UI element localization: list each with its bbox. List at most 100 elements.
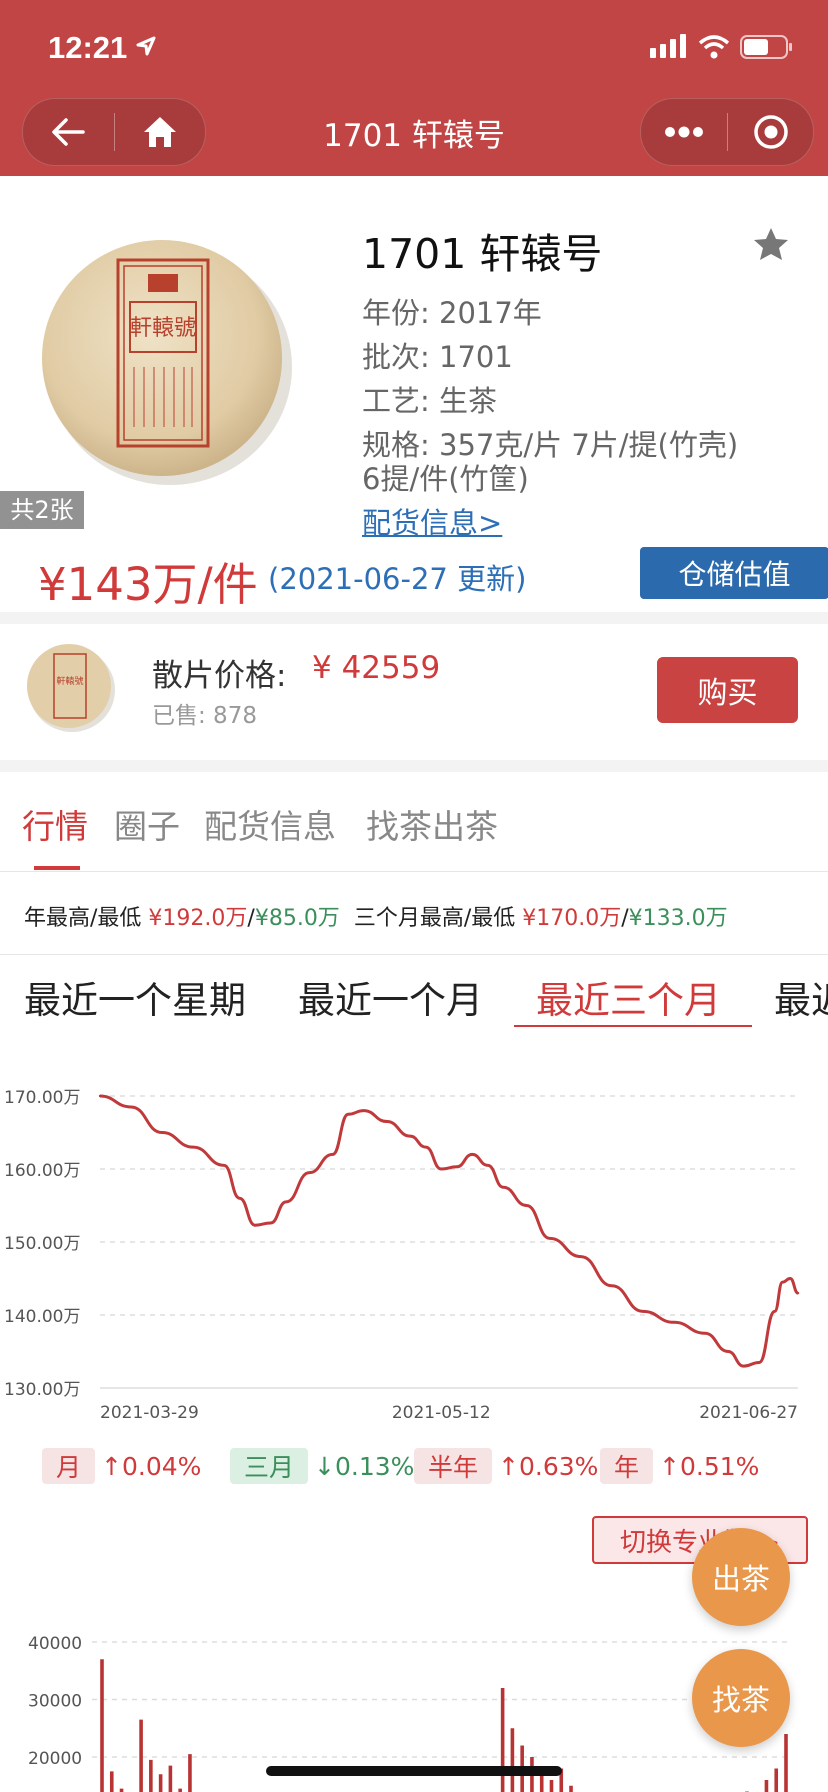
product-year: 年份: 2017年: [362, 296, 542, 330]
sold-count: 已售: 878: [152, 703, 257, 729]
target-circle-icon: [753, 115, 788, 149]
tab-distribution[interactable]: 配货信息: [204, 800, 336, 848]
status-time: 12:21: [48, 30, 128, 65]
y-tick-label: 140.00万: [4, 1307, 80, 1327]
volume-bar: [188, 1754, 192, 1792]
y-tick-label: 40000: [28, 1634, 82, 1654]
data-point: [331, 1153, 334, 1156]
y-tick-label: 20000: [28, 1749, 82, 1769]
more-dots-icon: [665, 126, 703, 138]
range-month[interactable]: 最近一个月: [298, 970, 483, 1024]
x-tick-label: 2021-03-29: [100, 1403, 199, 1423]
data-point: [284, 1200, 288, 1204]
favorite-star-icon[interactable]: [752, 226, 790, 262]
volume-bar: [109, 1771, 114, 1792]
y-tick-label: 170.00万: [4, 1088, 80, 1108]
change-month: 月 ↑0.04%: [42, 1448, 201, 1484]
sell-tea-fab[interactable]: 出茶: [692, 1528, 790, 1626]
volume-bar: [139, 1719, 143, 1792]
tab-find-sell[interactable]: 找茶出茶: [366, 800, 498, 848]
range-three-months[interactable]: 最近三个月: [536, 970, 721, 1024]
data-point: [191, 1145, 195, 1149]
x-tick-label: 2021-05-12: [392, 1403, 491, 1423]
change-label: 月: [42, 1448, 96, 1484]
volume-bar: [500, 1688, 505, 1792]
data-point: [238, 1197, 241, 1200]
volume-bar: [774, 1768, 779, 1792]
data-point: [98, 1094, 102, 1098]
data-point: [641, 1310, 645, 1313]
image-count-badge: 共2张: [0, 491, 84, 529]
more-button[interactable]: [641, 99, 727, 165]
data-point: [253, 1224, 257, 1227]
wifi-icon: [698, 35, 730, 59]
svg-text:軒轅號: 軒轅號: [130, 316, 196, 341]
data-point: [308, 1171, 311, 1174]
tea-cake-image[interactable]: 軒轅號: [30, 222, 300, 492]
data-point: [424, 1145, 427, 1149]
data-point: [525, 1204, 528, 1207]
change-year: 年 ↑0.51%: [600, 1448, 759, 1484]
range-more[interactable]: 最近: [774, 970, 828, 1024]
volume-bar: [178, 1788, 182, 1792]
data-point: [610, 1284, 614, 1287]
data-point: [471, 1153, 474, 1156]
data-point: [796, 1291, 800, 1295]
data-point: [440, 1167, 443, 1171]
data-point: [758, 1361, 761, 1364]
y-tick-label: 30000: [28, 1692, 82, 1712]
price-series-line: [99, 1094, 799, 1368]
data-point: [727, 1350, 730, 1353]
nav-capsule-right: [640, 98, 814, 166]
y-tick-label: 150.00万: [4, 1234, 80, 1254]
active-range-indicator: [514, 1025, 752, 1027]
buy-button[interactable]: 购买: [657, 657, 798, 723]
product-title: 1701 轩辕号: [362, 230, 603, 278]
change-value: ↓0.13%: [314, 1451, 415, 1481]
volume-bar: [569, 1785, 573, 1792]
home-indicator: [266, 1766, 562, 1776]
product-batch: 批次: 1701: [362, 340, 513, 374]
product-craft: 工艺: 生茶: [362, 384, 497, 418]
volume-bar: [119, 1788, 124, 1792]
volume-bar: [168, 1765, 173, 1792]
volume-bar: [784, 1734, 788, 1792]
change-label: 三月: [230, 1448, 309, 1484]
data-point: [773, 1310, 776, 1313]
tab-market[interactable]: 行情: [22, 800, 88, 848]
loose-price-label: 散片价格:: [152, 658, 287, 694]
location-arrow-icon: [136, 36, 156, 56]
active-tab-indicator: [34, 866, 80, 870]
close-miniprogram-button[interactable]: [728, 99, 813, 165]
section-separator: [0, 760, 828, 772]
distribution-info-link[interactable]: 配货信息>: [362, 500, 502, 542]
data-point: [129, 1105, 133, 1109]
change-half-year: 半年 ↑0.63%: [414, 1448, 598, 1484]
top-header: 12:21 1701 轩辕号: [0, 0, 828, 176]
svg-text:軒轅號: 軒轅號: [56, 675, 83, 687]
data-point: [579, 1255, 583, 1258]
loose-cake-thumbnail[interactable]: 軒轅號: [24, 640, 118, 734]
data-point: [548, 1237, 552, 1240]
quarter-high-low-label: 三个月最高/最低: [353, 906, 516, 931]
tab-circle[interactable]: 圈子: [114, 800, 180, 848]
change-label: 年: [600, 1448, 654, 1484]
data-point: [362, 1109, 365, 1112]
data-point: [502, 1186, 505, 1189]
data-point: [486, 1164, 489, 1167]
quarter-low: ¥133.0万: [628, 906, 728, 931]
loose-price-value: ¥ 42559: [312, 650, 441, 686]
change-three-month: 三月 ↓0.13%: [230, 1448, 414, 1484]
y-tick-label: 160.00万: [4, 1161, 80, 1181]
volume-bar: [764, 1780, 769, 1792]
price-line-chart: 170.00万 160.00万 150.00万 140.00万 130.00万 2021-…: [4, 1088, 800, 1423]
y-tick-label: 130.00万: [4, 1380, 80, 1400]
change-value: ↑0.04%: [101, 1451, 202, 1481]
data-point: [409, 1134, 412, 1138]
data-point: [742, 1364, 745, 1368]
storage-valuation-button[interactable]: 仓储估值: [640, 547, 828, 599]
data-point: [269, 1221, 272, 1225]
change-label: 半年: [414, 1448, 493, 1484]
range-week[interactable]: 最近一个星期: [24, 970, 246, 1024]
find-tea-fab[interactable]: 找茶: [692, 1649, 790, 1747]
